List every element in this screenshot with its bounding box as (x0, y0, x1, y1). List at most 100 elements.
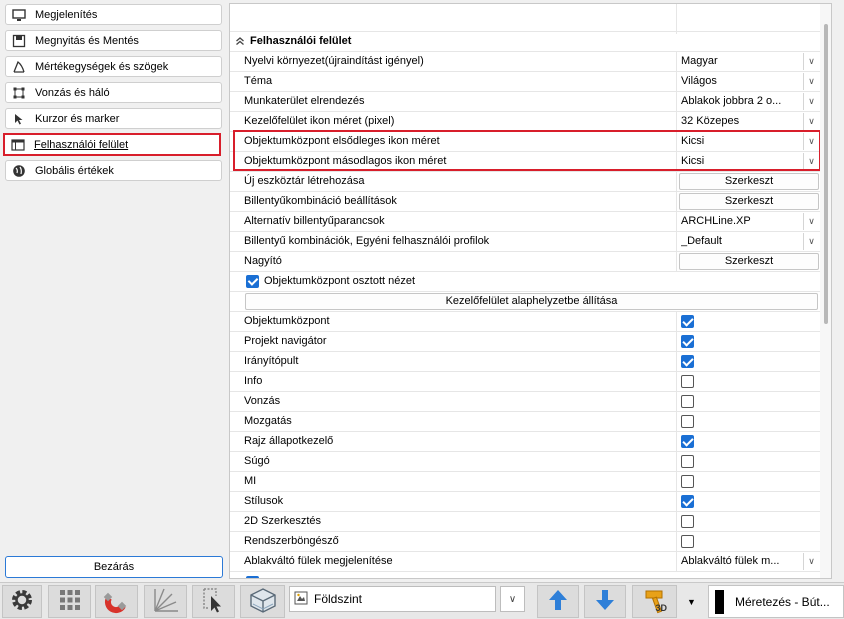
toggle-row: MI (230, 472, 820, 492)
chevron-down-icon[interactable]: ∨ (803, 233, 819, 250)
toggle-label: Rendszerböngésző (244, 535, 339, 547)
user-profile-select[interactable]: _Default ∨ (679, 233, 819, 250)
settings-button[interactable] (2, 585, 42, 618)
toggle-label: Súgó (244, 455, 270, 467)
setting-label: Alternatív billentyűparancsok (244, 215, 385, 227)
toggle-row: Mozgatás (230, 412, 820, 432)
shortcut-settings-edit-button[interactable]: Szerkeszt (679, 193, 819, 210)
toggle-checkbox[interactable] (681, 495, 694, 508)
dimension-style-select[interactable]: Méretezés - Bút... (708, 585, 844, 618)
sidebar-item-user-interface[interactable]: Felhasználói felület (3, 133, 221, 156)
toggle-checkbox[interactable] (681, 395, 694, 408)
setting-label: Objektumközpont elsődleges ikon méret (244, 135, 440, 147)
setting-row: Új eszköztár létrehozása Szerkeszt (230, 172, 820, 192)
bottom-toolbar: Földszint ∨ 3D ▼ Méretezés - Bút... (0, 582, 844, 619)
split-view-checkbox[interactable] (246, 275, 259, 288)
globe-icon (12, 164, 26, 178)
level-down-button[interactable] (584, 585, 626, 618)
primary-icon-size-select[interactable]: Kicsi ∨ (679, 133, 819, 150)
cursor-icon (12, 112, 26, 126)
chevron-down-icon[interactable]: ∨ (803, 93, 819, 110)
sidebar-item-snap-grid[interactable]: Vonzás és háló (5, 82, 222, 103)
grid-button[interactable] (48, 585, 91, 618)
window-icon (11, 138, 25, 152)
setting-label: Új eszköztár létrehozása (244, 175, 365, 187)
snap-button[interactable] (95, 585, 138, 618)
3d-tool-button[interactable]: 3D (632, 585, 677, 618)
setting-label: Téma (244, 75, 273, 87)
angle-snap-button[interactable] (144, 585, 187, 618)
setting-row: Alternatív billentyűparancsok ARCHLine.X… (230, 212, 820, 232)
scrollbar-thumb[interactable] (824, 24, 828, 324)
new-toolbar-edit-button[interactable]: Szerkeszt (679, 173, 819, 190)
section-header[interactable]: Felhasználói felület (230, 32, 820, 52)
chevron-down-icon[interactable]: ∨ (803, 113, 819, 130)
chevron-down-icon[interactable]: ∨ (803, 73, 819, 90)
toggle-checkbox[interactable] (681, 335, 694, 348)
toggle-checkbox[interactable] (681, 415, 694, 428)
chevron-down-icon[interactable]: ∨ (803, 53, 819, 70)
sidebar-item-open-save[interactable]: Megnyitás és Mentés (5, 30, 222, 51)
chevron-down-icon[interactable]: ∨ (803, 153, 819, 170)
toggle-row: Rajz állapotkezelő (230, 432, 820, 452)
arrow-down-icon (594, 588, 616, 615)
toggle-checkbox[interactable] (681, 515, 694, 528)
level-dropdown-button[interactable]: ∨ (500, 586, 525, 612)
language-select[interactable]: Magyar ∨ (679, 53, 819, 70)
select-button[interactable] (192, 585, 235, 618)
sidebar-item-display[interactable]: Megjelenítés (5, 4, 222, 25)
toggle-checkbox[interactable] (681, 355, 694, 368)
toggle-checkbox[interactable] (681, 455, 694, 468)
reset-ui-button[interactable]: Kezelőfelület alaphelyzetbe állítása (245, 293, 818, 310)
alt-shortcuts-select[interactable]: ARCHLine.XP ∨ (679, 213, 819, 230)
toggle-checkbox[interactable] (681, 315, 694, 328)
partial-checkbox[interactable] (246, 576, 259, 578)
level-select[interactable]: Földszint (289, 586, 496, 612)
workspace-layout-select[interactable]: Ablakok jobbra 2 o... ∨ (679, 93, 819, 110)
chevron-down-icon[interactable]: ∨ (803, 553, 819, 570)
3d-view-button[interactable] (240, 585, 285, 618)
chevron-down-icon: ∨ (508, 593, 517, 605)
chevron-down-icon[interactable]: ∨ (803, 133, 819, 150)
setting-label: Kezelőfelület ikon méret (pixel) (244, 115, 395, 127)
3d-tool-dropdown[interactable]: ▼ (679, 585, 704, 618)
sidebar-item-units-angles[interactable]: Mértékegységek és szögek (5, 56, 222, 77)
level-value: Földszint (314, 592, 363, 606)
toggle-checkbox[interactable] (681, 535, 694, 548)
toggle-checkbox[interactable] (681, 375, 694, 388)
toggle-label: Vonzás (244, 395, 281, 407)
ui-icon-size-select[interactable]: 32 Közepes ∨ (679, 113, 819, 130)
toggle-row: Stílusok (230, 492, 820, 512)
dropdown-icon: ▼ (687, 596, 696, 607)
split-view-row[interactable]: Objektumközpont osztott nézet (230, 272, 820, 292)
toggle-row: Súgó (230, 452, 820, 472)
vertical-scrollbar[interactable] (820, 4, 831, 578)
theme-select[interactable]: Világos ∨ (679, 73, 819, 90)
toggle-row: Irányítópult (230, 352, 820, 372)
magnet-icon (103, 586, 131, 617)
level-up-button[interactable] (537, 585, 579, 618)
monitor-icon (12, 8, 26, 22)
toggle-checkbox[interactable] (681, 475, 694, 488)
magnifier-edit-button[interactable]: Szerkeszt (679, 253, 819, 270)
setting-row: Billentyűkombináció beállítások Szerkesz… (230, 192, 820, 212)
hammer-3d-icon: 3D (640, 588, 670, 616)
settings-icon (9, 587, 35, 616)
setting-row: Objektumközpont másodlagos ikon méret Ki… (230, 152, 820, 172)
setting-row: Nyelvi környezet(újraindítást igényel) M… (230, 52, 820, 72)
window-tabs-select[interactable]: Ablakváltó fülek m... ∨ (679, 553, 819, 570)
chevron-down-icon[interactable]: ∨ (803, 213, 819, 230)
sidebar-item-global-values[interactable]: Globális értékek (5, 160, 222, 181)
toggle-label: Projekt navigátor (244, 335, 327, 347)
secondary-icon-size-select[interactable]: Kicsi ∨ (679, 153, 819, 170)
sidebar-item-cursor-marker[interactable]: Kurzor és marker (5, 108, 222, 129)
collapse-chevron-icon[interactable] (235, 36, 245, 49)
close-button[interactable]: Bezárás (5, 556, 223, 578)
toggle-checkbox[interactable] (681, 435, 694, 448)
toggle-row: Projekt navigátor (230, 332, 820, 352)
3d-box-icon (248, 586, 278, 617)
arrow-up-icon (547, 588, 569, 615)
grid-header-row (230, 4, 820, 32)
setting-label: Nyelvi környezet(újraindítást igényel) (244, 55, 424, 67)
toggle-row: Rendszerböngésző (230, 532, 820, 552)
